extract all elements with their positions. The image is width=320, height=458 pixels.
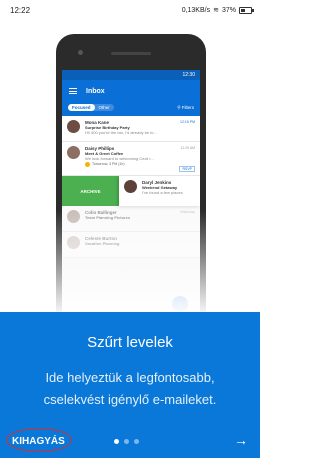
onboarding-illustration: 12:30 Inbox Focused Other ⚲ Filters Mona… <box>0 20 260 312</box>
phone-app-bar: Inbox <box>62 80 200 102</box>
network-speed: 0,13KB/s <box>181 6 211 14</box>
skip-button[interactable]: KIHAGYÁS <box>12 436 65 447</box>
archive-action: ARCHIVE <box>62 176 119 206</box>
email-time: 12:15 PM <box>180 120 195 124</box>
list-item: Daryl Jenkins Weekend Getaway I've found… <box>119 176 200 206</box>
phone-app-title: Inbox <box>86 87 105 95</box>
phone-status-bar: 12:30 <box>62 70 200 80</box>
onboarding-panel: Szűrt levelek Ide helyeztük a legfontosa… <box>0 312 260 458</box>
next-arrow-icon[interactable]: → <box>234 432 248 448</box>
phone-tab-bar: Focused Other ⚲ Filters <box>62 102 200 116</box>
battery-icon <box>239 6 254 14</box>
focused-other-toggle: Focused Other <box>68 104 114 111</box>
swipe-archive-row: ARCHIVE Daryl Jenkins Weekend Getaway I'… <box>62 176 200 206</box>
wifi-icon: ≋ <box>213 7 219 14</box>
battery-percent: 37% <box>221 6 236 14</box>
page-dot <box>124 439 129 444</box>
camera-icon <box>78 50 83 55</box>
speaker-grill <box>111 52 151 55</box>
page-title: Szűrt levelek <box>87 334 173 351</box>
page-dot <box>134 439 139 444</box>
status-time: 12:22 <box>10 5 31 15</box>
tab-other: Other <box>98 105 110 110</box>
email-time: 11:29 AM <box>180 146 195 150</box>
list-item: Mona Kane Surprise Birthday Party Hi! 40… <box>62 116 200 142</box>
status-icons: 0,13KB/s ≋ 37% <box>181 6 254 14</box>
filters-label: ⚲ Filters <box>177 104 194 110</box>
tab-focused: Focused <box>68 104 95 111</box>
calendar-icon <box>85 162 90 167</box>
avatar <box>67 146 80 159</box>
avatar <box>67 120 80 133</box>
page-indicator <box>114 439 139 444</box>
status-bar: 12:22 0,13KB/s ≋ 37% <box>0 0 260 20</box>
avatar <box>124 180 137 193</box>
page-dot <box>114 439 119 444</box>
rsvp-button: RSVP <box>179 166 195 172</box>
page-description: Ide helyeztük a legfontosabb, cselekvést… <box>43 370 217 407</box>
hamburger-icon <box>69 88 77 94</box>
list-item: Daisy Phillips Meet & Greet Coffee We lo… <box>62 142 200 176</box>
fade-overlay <box>0 210 260 312</box>
